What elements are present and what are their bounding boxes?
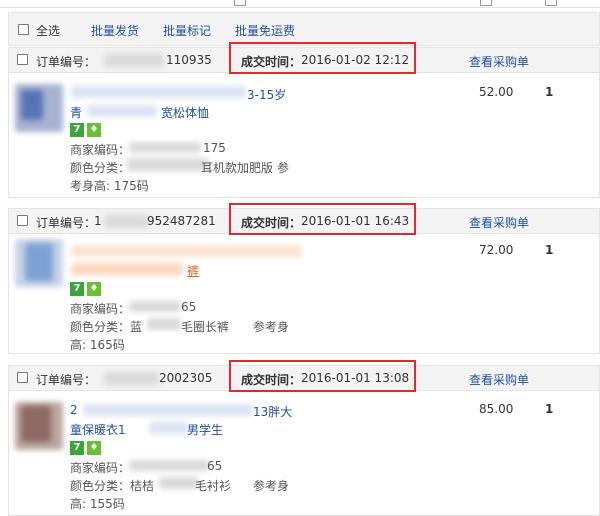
redacted-title xyxy=(71,245,301,257)
redacted-order-no xyxy=(104,215,149,228)
product-thumbnail[interactable] xyxy=(15,402,63,450)
top-strip-box xyxy=(545,0,557,6)
redacted-title xyxy=(83,404,253,416)
deal-time-label: 成交时间： xyxy=(241,216,302,230)
order-header: 订单编号： 2002305 成交时间： 2016-01-01 13:08 查看采… xyxy=(9,360,599,392)
merchant-code-value: 175 xyxy=(203,141,226,155)
redacted-color xyxy=(159,477,199,489)
redacted-order-no xyxy=(104,372,159,385)
order-no-value: 952487281 xyxy=(147,214,216,228)
order-header: 订单编号： 110935 成交时间： 2016-01-02 12:12 查看采购… xyxy=(9,42,599,74)
redacted-title xyxy=(149,422,189,434)
color-category-value: 耳机款加肥版 xyxy=(201,161,274,175)
merchant-code-label: 商家编码： xyxy=(70,302,131,316)
service-badges: 7 ♦ xyxy=(70,441,101,455)
color-category-value: 蓝 xyxy=(130,320,143,334)
select-all-label[interactable]: 全选 xyxy=(36,22,60,39)
product-title-end[interactable]: 裤 xyxy=(187,262,199,279)
order-no-value: 2002305 xyxy=(159,371,213,385)
order-checkbox[interactable] xyxy=(17,215,28,226)
redacted-title xyxy=(71,86,246,98)
guarantee-badge: ♦ xyxy=(87,282,101,296)
deal-time-label: 成交时间： xyxy=(241,55,302,69)
order-no-label: 订单编号： xyxy=(36,373,97,387)
color-category-value: 桔桔 xyxy=(130,479,155,493)
deal-time-label: 成交时间： xyxy=(241,373,302,387)
redacted-color xyxy=(127,158,209,171)
view-purchase-order-link[interactable]: 查看采购单 xyxy=(469,371,529,388)
item-quantity: 1 xyxy=(545,402,554,416)
redacted-merchant-code xyxy=(129,460,209,471)
batch-mark-link[interactable]: 批量标记 xyxy=(163,22,211,39)
product-title-start[interactable]: 青 xyxy=(70,104,82,121)
item-quantity: 1 xyxy=(545,243,554,257)
seven-day-return-badge: 7 xyxy=(70,441,84,455)
order-card: 订单编号： 110935 成交时间： 2016-01-02 12:12 查看采购… xyxy=(8,42,600,198)
color-category-extra: 参考身 xyxy=(253,320,290,334)
color-category-mid: 毛圈长裤 xyxy=(181,320,230,334)
redacted-merchant-code xyxy=(129,301,181,312)
redacted-order-no xyxy=(104,54,164,67)
product-thumbnail[interactable] xyxy=(15,239,63,287)
service-badges: 7 ♦ xyxy=(70,123,101,137)
product-title-end[interactable]: 男学生 xyxy=(187,421,223,438)
select-all-checkbox[interactable] xyxy=(18,24,29,35)
service-badges: 7 ♦ xyxy=(70,282,101,296)
product-title-start[interactable]: 2 xyxy=(70,403,78,417)
deal-time-value: 2016-01-01 16:43 xyxy=(301,214,410,228)
item-price: 85.00 xyxy=(479,402,514,416)
view-purchase-order-link[interactable]: 查看采购单 xyxy=(469,214,529,231)
product-title-end[interactable]: 13胖大 xyxy=(253,403,292,420)
batch-toolbar: 全选 批量发货 批量标记 批量免运费 xyxy=(8,12,600,46)
order-no-prefix: 1 xyxy=(94,214,102,228)
view-purchase-order-link[interactable]: 查看采购单 xyxy=(469,53,529,70)
batch-ship-link[interactable]: 批量发货 xyxy=(91,22,139,39)
deal-time-value: 2016-01-01 13:08 xyxy=(301,371,410,385)
merchant-code-value: 65 xyxy=(181,300,197,314)
color-category-extra: 参考身 xyxy=(253,479,290,493)
order-header: 订单编号： 1 952487281 成交时间： 2016-01-01 16:43… xyxy=(9,203,599,235)
merchant-code-label: 商家编码： xyxy=(70,461,131,475)
order-no-label: 订单编号： xyxy=(36,55,97,69)
guarantee-badge: ♦ xyxy=(87,441,101,455)
seven-day-return-badge: 7 xyxy=(70,123,84,137)
color-category-label: 颜色分类： xyxy=(70,161,131,175)
item-price: 52.00 xyxy=(479,85,514,99)
top-strip xyxy=(0,0,600,8)
seven-day-return-badge: 7 xyxy=(70,282,84,296)
product-title-start[interactable]: 童保暖衣1 xyxy=(70,421,126,438)
color-category-label: 颜色分类： xyxy=(70,320,131,334)
order-no-label: 订单编号： xyxy=(36,216,97,230)
product-title-end[interactable]: 宽松体恤 xyxy=(161,104,209,121)
size-spec: 高: 165码 xyxy=(70,338,125,352)
top-strip-box xyxy=(480,0,492,6)
redacted-title xyxy=(87,105,157,117)
top-strip-box xyxy=(234,0,246,6)
redacted-merchant-code xyxy=(129,142,201,153)
redacted-title xyxy=(71,263,183,275)
deal-time-value: 2016-01-02 12:12 xyxy=(301,53,410,67)
batch-free-shipping-link[interactable]: 批量免运费 xyxy=(235,22,295,39)
order-no-value: 110935 xyxy=(166,53,212,67)
redacted-color xyxy=(147,318,181,330)
color-category-mid: 毛衬衫 xyxy=(195,479,232,493)
guarantee-badge: ♦ xyxy=(87,123,101,137)
color-category-label: 颜色分类： xyxy=(70,479,131,493)
merchant-code-label: 商家编码： xyxy=(70,143,131,157)
product-thumbnail[interactable] xyxy=(15,84,63,132)
color-category-extra: 参 xyxy=(277,161,290,175)
order-card: 订单编号： 1 952487281 成交时间： 2016-01-01 16:43… xyxy=(8,203,600,354)
item-quantity: 1 xyxy=(545,85,554,99)
size-spec: 高: 155码 xyxy=(70,497,125,511)
order-card: 订单编号： 2002305 成交时间： 2016-01-01 13:08 查看采… xyxy=(8,360,600,516)
size-spec: 考身高: 175码 xyxy=(70,179,149,193)
product-title-end[interactable]: 3-15岁 xyxy=(247,86,286,103)
item-price: 72.00 xyxy=(479,243,514,257)
order-checkbox[interactable] xyxy=(17,372,28,383)
order-checkbox[interactable] xyxy=(17,54,28,65)
merchant-code-value: 65 xyxy=(207,459,223,473)
